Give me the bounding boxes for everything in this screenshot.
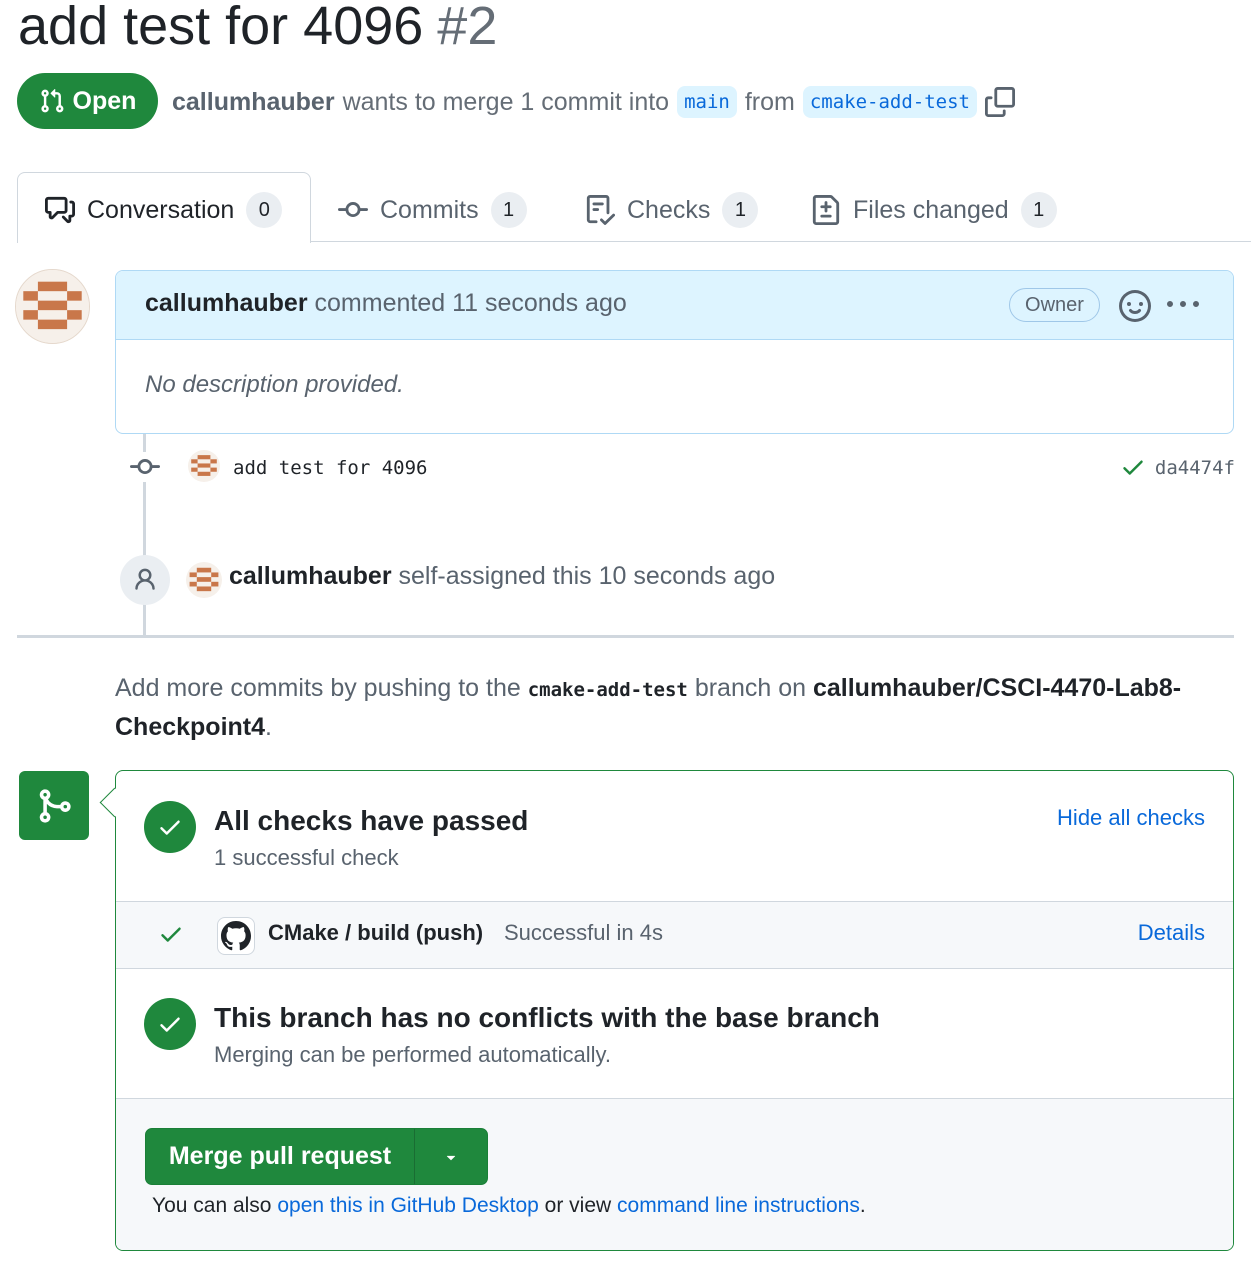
commit-message[interactable]: add test for 4096	[233, 457, 427, 479]
conflicts-subtitle: Merging can be performed automatically.	[214, 1042, 612, 1067]
avatar[interactable]	[186, 562, 222, 598]
triangle-down-icon	[442, 1148, 460, 1166]
pull-request-icon	[39, 88, 65, 114]
tab-counter: 1	[722, 192, 759, 228]
command-line-link[interactable]: command line instructions	[617, 1194, 860, 1217]
check-run-status: Successful in 4s	[504, 920, 663, 945]
tab-commits[interactable]: Commits 1	[338, 183, 527, 237]
foot-prefix: You can also	[152, 1194, 272, 1217]
github-desktop-link[interactable]: open this in GitHub Desktop	[277, 1194, 538, 1217]
check-run-name: CMake / build (push)	[268, 920, 484, 945]
tab-label: Commits	[380, 195, 479, 224]
foot-middle: or view	[544, 1194, 612, 1217]
pr-title-row: add test for 4096 #2	[18, 0, 497, 58]
owner-badge: Owner	[1009, 288, 1100, 322]
pr-number: #2	[437, 0, 498, 56]
merge-footnote: You can also open this in GitHub Desktop…	[152, 1194, 866, 1218]
hint-branch: cmake-add-test	[527, 679, 688, 701]
foot-suffix: .	[859, 1194, 866, 1217]
tab-counter: 1	[1020, 192, 1057, 228]
tab-label: Checks	[627, 195, 711, 224]
state-label: Open	[72, 86, 137, 115]
state-badge: Open	[17, 73, 158, 129]
smiley-icon[interactable]	[1119, 290, 1151, 322]
details-link[interactable]: Details	[1138, 920, 1205, 946]
avatar[interactable]	[188, 450, 220, 482]
copy-icon[interactable]	[985, 87, 1015, 117]
tab-conversation[interactable]: Conversation 0	[45, 183, 283, 237]
tab-checks[interactable]: Checks 1	[585, 183, 759, 237]
avatar[interactable]	[15, 269, 90, 344]
base-branch[interactable]: main	[677, 86, 737, 118]
person-icon-badge	[120, 555, 170, 605]
tab-counter: 0	[246, 192, 283, 228]
tab-label: Conversation	[87, 195, 235, 224]
hint-middle: branch on	[694, 674, 807, 702]
person-icon	[132, 567, 158, 593]
checks-passed-badge	[144, 801, 196, 853]
comment-action[interactable]: commented 11 seconds ago	[315, 289, 627, 317]
pr-title: add test for 4096	[18, 0, 424, 56]
check-icon	[157, 814, 183, 840]
from-text: from	[744, 87, 795, 116]
check-icon	[158, 921, 184, 947]
hint-suffix: .	[265, 713, 272, 741]
timeline-divider	[17, 635, 1234, 638]
check-icon[interactable]	[1120, 454, 1146, 480]
commit-sha[interactable]: da4474f	[1155, 457, 1235, 479]
comment-author-line: callumhauber commented 11 seconds ago	[145, 289, 627, 318]
checks-subtitle: 1 successful check	[214, 845, 399, 870]
merge-text: wants to merge 1 commit into	[342, 87, 670, 116]
file-diff-icon	[811, 195, 841, 225]
tab-counter: 1	[490, 192, 527, 228]
commit-icon	[338, 195, 368, 225]
kebab-horizontal-icon[interactable]	[1167, 289, 1199, 321]
assign-event: callumhauber self-assigned this 10 secon…	[229, 562, 775, 591]
comment-discussion-icon	[45, 195, 75, 225]
hint-prefix: Add more commits by pushing to the	[115, 674, 521, 702]
tab-files-changed[interactable]: Files changed 1	[811, 183, 1057, 237]
comment-box: callumhauber commented 11 seconds ago Ow…	[115, 270, 1234, 434]
merge-box: All checks have passed 1 successful chec…	[115, 770, 1234, 1251]
git-merge-badge	[19, 771, 89, 840]
pr-meta: callumhauber wants to merge 1 commit int…	[172, 82, 1015, 122]
git-merge-icon	[35, 787, 73, 825]
merge-method-dropdown[interactable]	[415, 1129, 487, 1184]
check-icon	[157, 1011, 183, 1037]
github-logo-icon	[217, 917, 255, 955]
tab-label: Files changed	[853, 195, 1009, 224]
conflicts-title: This branch has no conflicts with the ba…	[214, 1002, 880, 1033]
merge-button-group: Merge pull request	[145, 1128, 488, 1185]
head-branch[interactable]: cmake-add-test	[802, 86, 977, 118]
no-conflicts-badge	[144, 998, 196, 1050]
commit-row: add test for 4096 da4474f	[130, 448, 1235, 488]
check-run-row: CMake / build (push) Successful in 4s De…	[116, 901, 1233, 969]
author-link[interactable]: callumhauber	[172, 88, 335, 117]
comment-body: No description provided.	[145, 371, 404, 398]
comment-author[interactable]: callumhauber	[145, 289, 308, 317]
merge-footer: Merge pull request You can also open thi…	[116, 1098, 1233, 1250]
merge-pull-request-button[interactable]: Merge pull request	[146, 1129, 415, 1184]
push-hint: Add more commits by pushing to the cmake…	[115, 670, 1195, 746]
checks-title: All checks have passed	[214, 805, 529, 836]
comment-header: callumhauber commented 11 seconds ago Ow…	[116, 271, 1233, 340]
commit-icon	[130, 452, 160, 482]
hide-all-checks-link[interactable]: Hide all checks	[1057, 805, 1205, 831]
event-actor[interactable]: callumhauber	[229, 562, 392, 590]
checklist-icon	[585, 195, 615, 225]
event-text: self-assigned this 10 seconds ago	[398, 562, 776, 590]
